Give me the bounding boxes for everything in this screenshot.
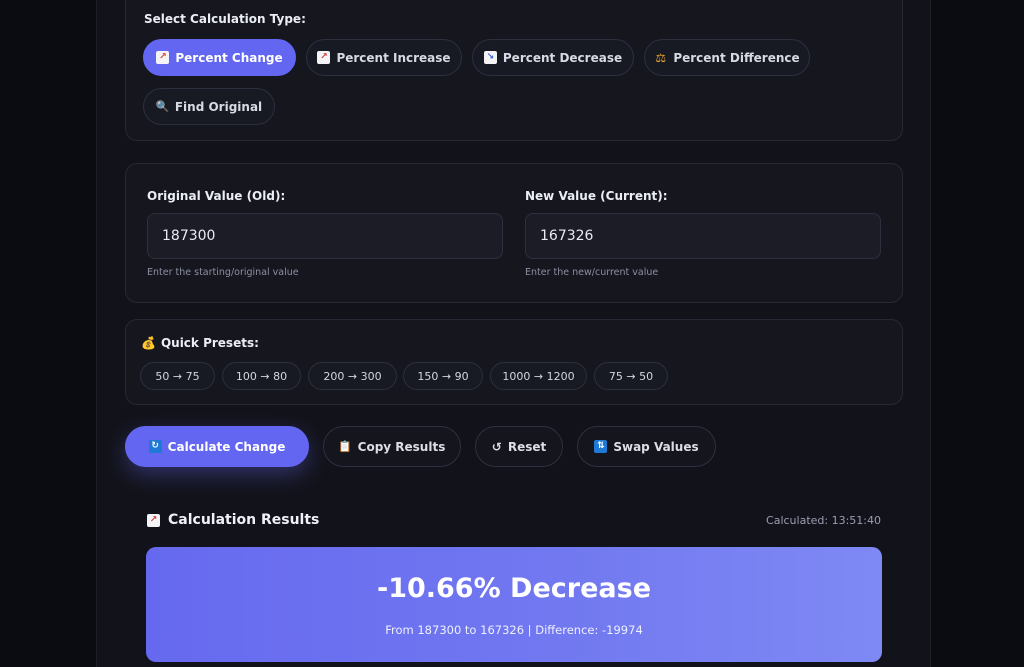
find-original-button[interactable]: 🔍 Find Original [143,88,275,125]
percent-decrease-button[interactable]: ↘ Percent Decrease [472,39,634,76]
refresh-icon: ↻ [148,440,162,453]
percent-increase-button[interactable]: ↗ Percent Increase [306,39,462,76]
swap-values-button[interactable]: ⇅ Swap Values [577,426,716,467]
preset-button[interactable]: 1000 → 1200 [490,362,587,390]
calculate-change-button[interactable]: ↻ Calculate Change [125,426,309,467]
swap-icon: ⇅ [594,440,608,453]
preset-button[interactable]: 50 → 75 [140,362,215,390]
quick-presets-label: 💰 Quick Presets: [141,336,259,350]
calculation-type-label: Select Calculation Type: [144,12,306,26]
reset-icon: ↺ [491,439,502,454]
original-value-hint: Enter the starting/original value [147,267,299,278]
chart-up-icon: ↗ [147,513,160,527]
copy-results-button[interactable]: 📋 Copy Results [323,426,461,467]
result-banner: -10.66% Decrease From 187300 to 167326 |… [146,547,882,662]
preset-button[interactable]: 150 → 90 [403,362,483,390]
calculated-timestamp: Calculated: 13:51:40 [766,514,881,527]
page-margin-right [931,0,1024,667]
scale-icon: ⚖ [655,50,667,65]
chart-up-icon: ↗ [317,51,331,64]
magnifier-icon: 🔍 [155,100,170,113]
results-title: ↗ Calculation Results [147,512,319,528]
preset-button[interactable]: 100 → 80 [222,362,301,390]
new-value-input[interactable] [525,213,881,259]
page-margin-left [0,0,96,667]
result-percentage: -10.66% Decrease [376,573,652,604]
values-input-card: Original Value (Old): Enter the starting… [125,163,903,303]
new-value-label: New Value (Current): [525,189,668,203]
original-value-label: Original Value (Old): [147,189,286,203]
original-value-input[interactable] [147,213,503,259]
clipboard-icon: 📋 [338,440,352,453]
preset-button[interactable]: 75 → 50 [594,362,668,390]
calculation-type-card: Select Calculation Type: ↗ Percent Chang… [125,0,903,141]
calculator-panel: Select Calculation Type: ↗ Percent Chang… [96,0,931,667]
result-detail: From 187300 to 167326 | Difference: -199… [385,623,643,637]
new-value-hint: Enter the new/current value [525,267,659,278]
chart-up-icon: ↗ [156,51,170,64]
reset-button[interactable]: ↺ Reset [475,426,563,467]
money-bag-icon: 💰 [141,336,156,350]
percent-change-button[interactable]: ↗ Percent Change [143,39,296,76]
chart-down-icon: ↘ [483,51,497,64]
preset-button[interactable]: 200 → 300 [308,362,397,390]
quick-presets-card: 💰 Quick Presets: 50 → 75 100 → 80 200 → … [125,319,903,405]
percent-difference-button[interactable]: ⚖ Percent Difference [644,39,810,76]
